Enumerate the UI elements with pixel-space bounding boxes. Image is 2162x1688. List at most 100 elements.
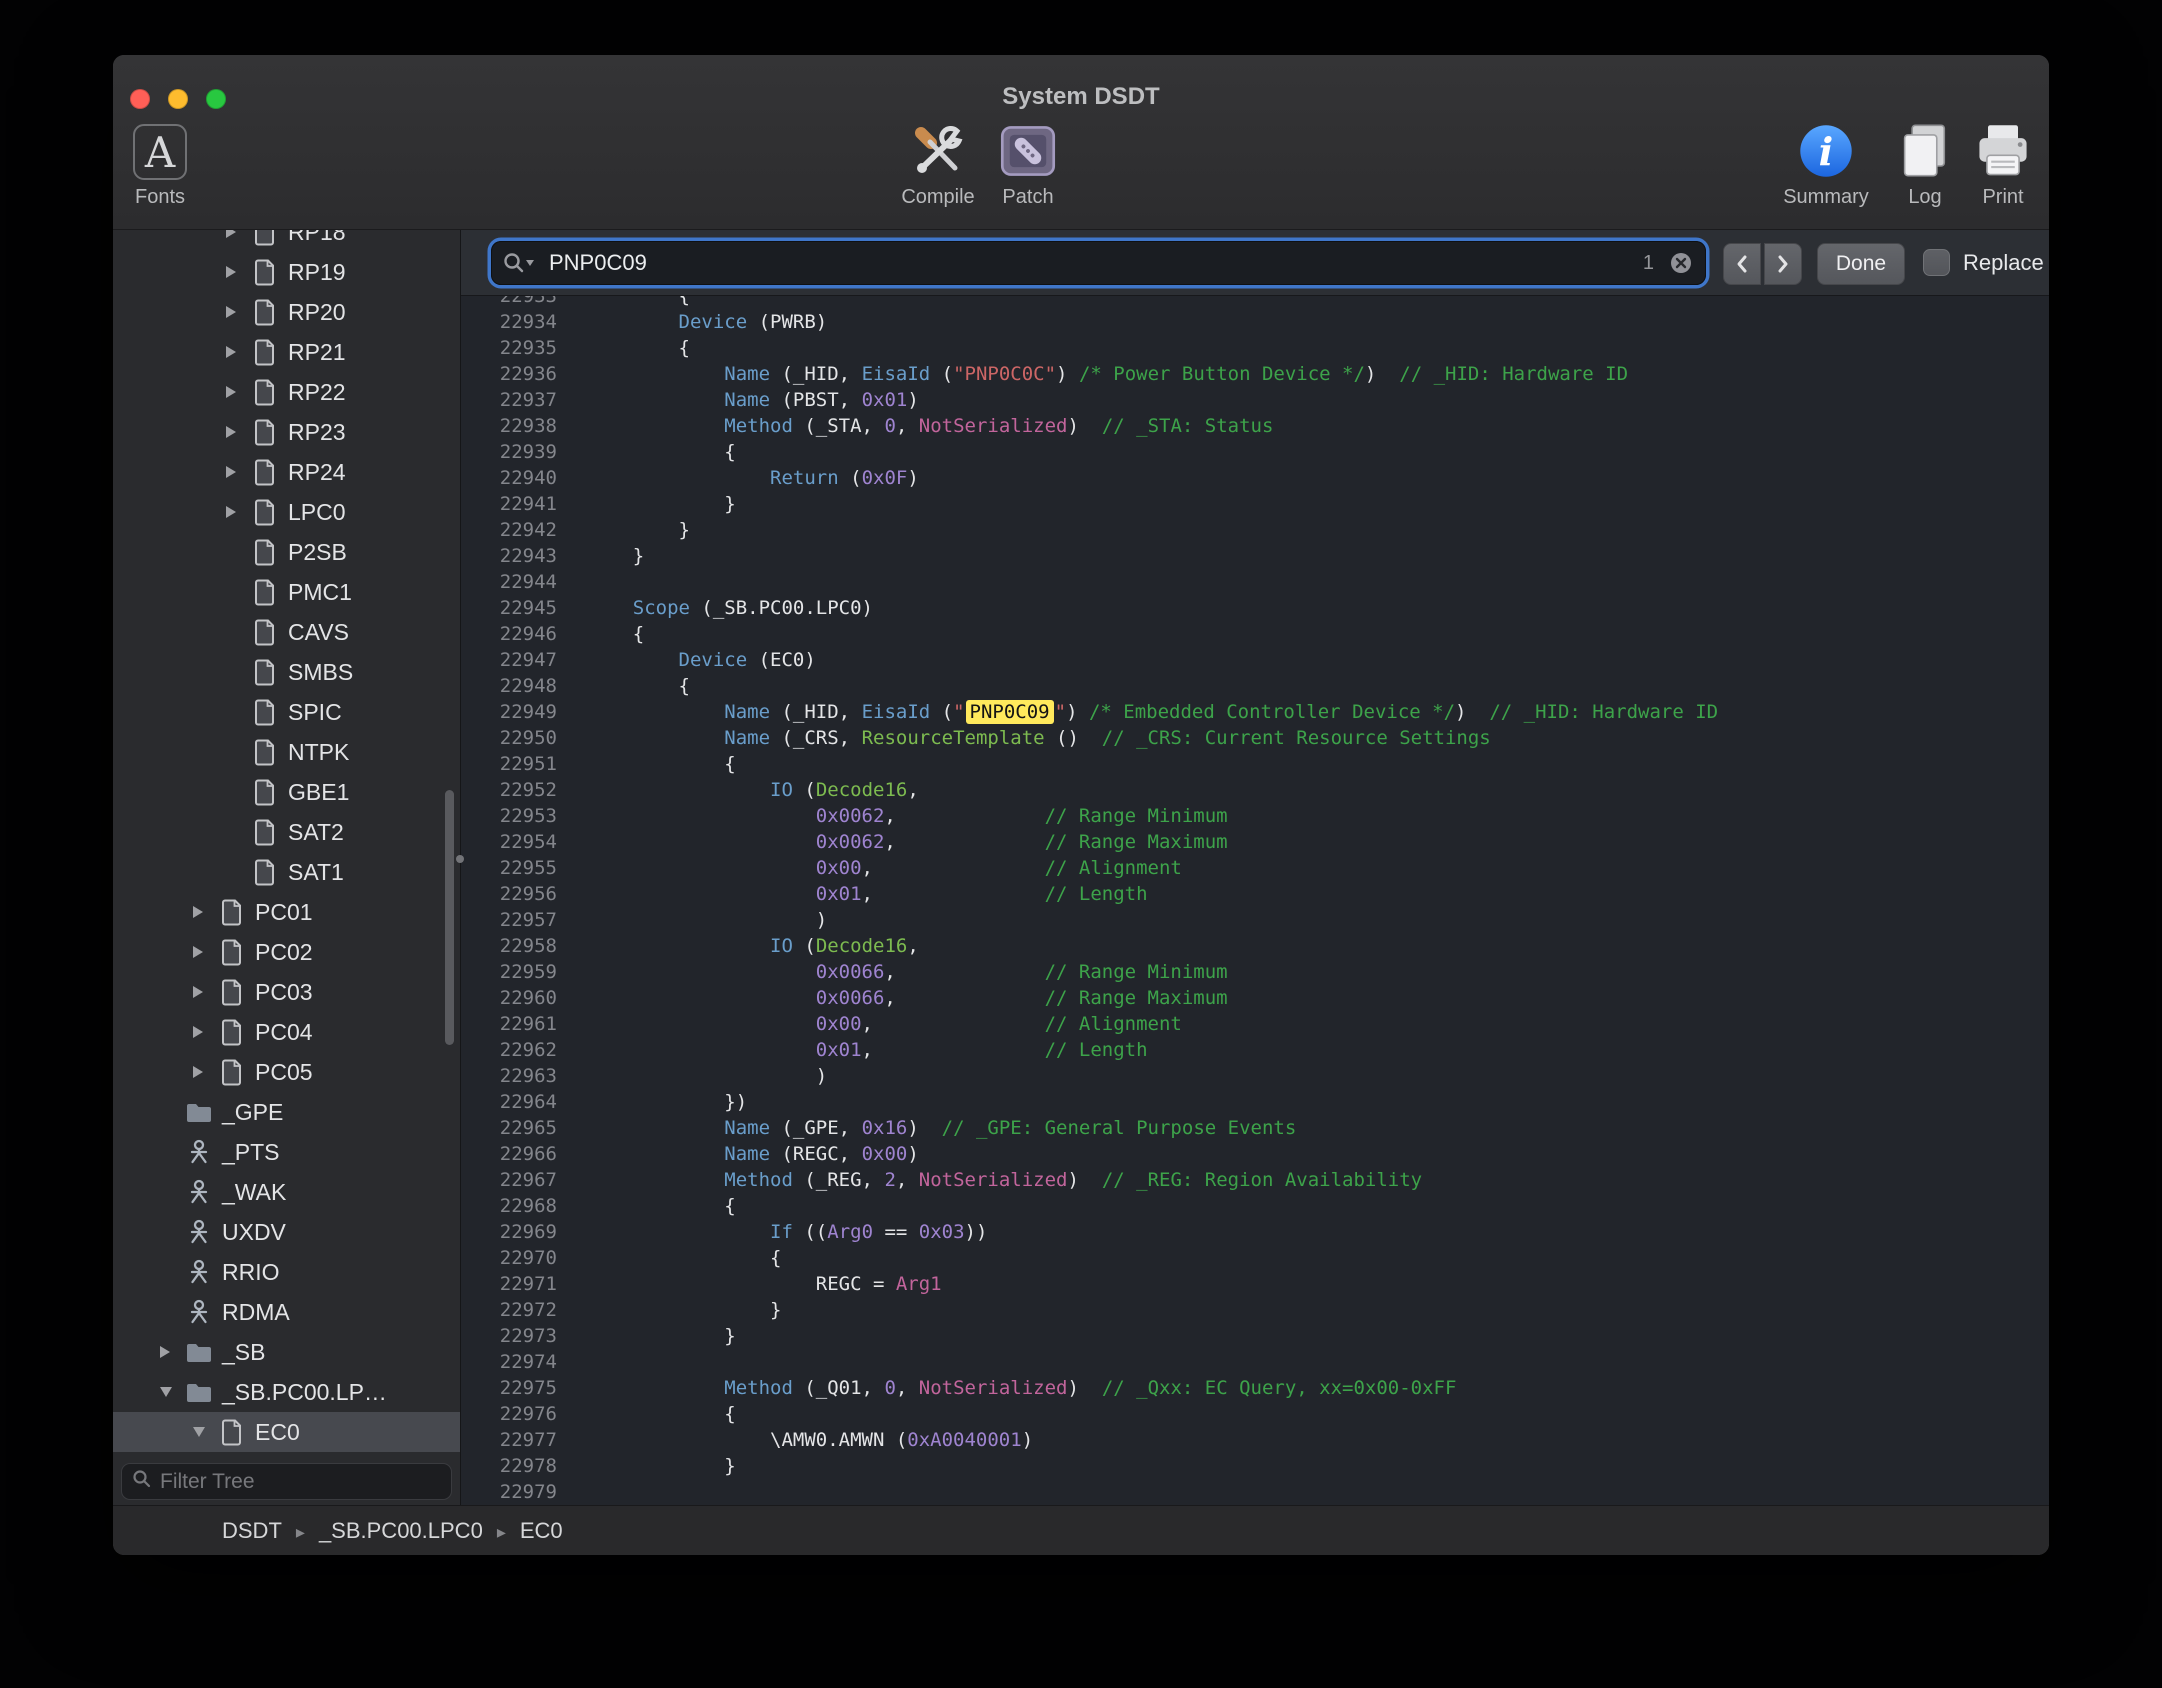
code-line[interactable]: 22962 0x01, // Length bbox=[461, 1037, 2049, 1063]
sidebar-item-rp22[interactable]: RP22 bbox=[113, 372, 460, 412]
disclosure-down-icon[interactable] bbox=[193, 1427, 219, 1437]
sidebar-item-smbs[interactable]: SMBS bbox=[113, 652, 460, 692]
disclosure-right-icon[interactable] bbox=[226, 466, 252, 478]
code-line[interactable]: 22948 { bbox=[461, 673, 2049, 699]
sidebar-item-cavs[interactable]: CAVS bbox=[113, 612, 460, 652]
code-line[interactable]: 22946 { bbox=[461, 621, 2049, 647]
code-line[interactable]: 22935 { bbox=[461, 335, 2049, 361]
code-line[interactable]: 22958 IO (Decode16, bbox=[461, 933, 2049, 959]
code-line[interactable]: 22971 REGC = Arg1 bbox=[461, 1271, 2049, 1297]
code-line[interactable]: 22964 }) bbox=[461, 1089, 2049, 1115]
sidebar-item-rdma[interactable]: RDMA bbox=[113, 1292, 460, 1332]
search-menu-icon[interactable] bbox=[503, 252, 537, 279]
sidebar-item-pc03[interactable]: PC03 bbox=[113, 972, 460, 1012]
disclosure-right-icon[interactable] bbox=[226, 306, 252, 318]
sidebar-item-ntpk[interactable]: NTPK bbox=[113, 732, 460, 772]
sidebar-item--sb[interactable]: _SB bbox=[113, 1332, 460, 1372]
disclosure-right-icon[interactable] bbox=[226, 230, 252, 238]
code-line[interactable]: 22970 { bbox=[461, 1245, 2049, 1271]
sidebar-item-rp24[interactable]: RP24 bbox=[113, 452, 460, 492]
code-line[interactable]: 22944 bbox=[461, 569, 2049, 595]
sidebar-item-rp23[interactable]: RP23 bbox=[113, 412, 460, 452]
code-editor[interactable]: 22933 {22934 Device (PWRB)22935 {22936 N… bbox=[461, 296, 2049, 1505]
code-line[interactable]: 22966 Name (REGC, 0x00) bbox=[461, 1141, 2049, 1167]
disclosure-right-icon[interactable] bbox=[160, 1346, 186, 1358]
code-line[interactable]: 22972 } bbox=[461, 1297, 2049, 1323]
sidebar-item-pc05[interactable]: PC05 bbox=[113, 1052, 460, 1092]
breadcrumb-item[interactable]: _SB.PC00.LPC0 bbox=[319, 1518, 483, 1543]
code-line[interactable]: 22967 Method (_REG, 2, NotSerialized) //… bbox=[461, 1167, 2049, 1193]
code-line[interactable]: 22945 Scope (_SB.PC00.LPC0) bbox=[461, 595, 2049, 621]
sidebar-item-rp20[interactable]: RP20 bbox=[113, 292, 460, 332]
code-line[interactable]: 22941 } bbox=[461, 491, 2049, 517]
replace-checkbox[interactable] bbox=[1923, 249, 1950, 276]
code-line[interactable]: 22952 IO (Decode16, bbox=[461, 777, 2049, 803]
code-line[interactable]: 22965 Name (_GPE, 0x16) // _GPE: General… bbox=[461, 1115, 2049, 1141]
code-line[interactable]: 22947 Device (EC0) bbox=[461, 647, 2049, 673]
code-line[interactable]: 22933 { bbox=[461, 296, 2049, 309]
code-line[interactable]: 22949 Name (_HID, EisaId ("PNP0C09") /* … bbox=[461, 699, 2049, 725]
code-line[interactable]: 22977 \AMW0.AMWN (0xA0040001) bbox=[461, 1427, 2049, 1453]
code-line[interactable]: 22978 } bbox=[461, 1453, 2049, 1479]
code-line[interactable]: 22938 Method (_STA, 0, NotSerialized) //… bbox=[461, 413, 2049, 439]
sidebar-item-rp19[interactable]: RP19 bbox=[113, 252, 460, 292]
sidebar-item-ec0[interactable]: EC0 bbox=[113, 1412, 460, 1452]
disclosure-right-icon[interactable] bbox=[193, 1066, 219, 1078]
disclosure-right-icon[interactable] bbox=[193, 986, 219, 998]
sidebar-item-pmc1[interactable]: PMC1 bbox=[113, 572, 460, 612]
code-line[interactable]: 22939 { bbox=[461, 439, 2049, 465]
code-line[interactable]: 22969 If ((Arg0 == 0x03)) bbox=[461, 1219, 2049, 1245]
sidebar-item-lpc0[interactable]: LPC0 bbox=[113, 492, 460, 532]
disclosure-right-icon[interactable] bbox=[226, 426, 252, 438]
splitter-handle[interactable] bbox=[456, 855, 464, 863]
sidebar-item--sb-pc00-lp-[interactable]: _SB.PC00.LP… bbox=[113, 1372, 460, 1412]
code-line[interactable]: 22961 0x00, // Alignment bbox=[461, 1011, 2049, 1037]
code-line[interactable]: 22953 0x0062, // Range Minimum bbox=[461, 803, 2049, 829]
sidebar-item-uxdv[interactable]: UXDV bbox=[113, 1212, 460, 1252]
code-line[interactable]: 22954 0x0062, // Range Maximum bbox=[461, 829, 2049, 855]
code-line[interactable]: 22937 Name (PBST, 0x01) bbox=[461, 387, 2049, 413]
patch-toolbar-button[interactable]: Patch bbox=[973, 121, 1083, 209]
sidebar-item-pc04[interactable]: PC04 bbox=[113, 1012, 460, 1052]
code-line[interactable]: 22951 { bbox=[461, 751, 2049, 777]
sidebar-item-sat2[interactable]: SAT2 bbox=[113, 812, 460, 852]
summary-toolbar-button[interactable]: i Summary bbox=[1771, 121, 1881, 209]
code-line[interactable]: 22956 0x01, // Length bbox=[461, 881, 2049, 907]
code-line[interactable]: 22942 } bbox=[461, 517, 2049, 543]
fonts-toolbar-button[interactable]: A Fonts bbox=[113, 121, 215, 209]
sidebar-item-rp18[interactable]: RP18 bbox=[113, 230, 460, 252]
code-line[interactable]: 22968 { bbox=[461, 1193, 2049, 1219]
filter-tree-field[interactable] bbox=[121, 1463, 452, 1500]
search-field[interactable]: PNP0C09 1 bbox=[491, 241, 1706, 285]
clear-search-button[interactable] bbox=[1669, 251, 1693, 280]
breadcrumb-item[interactable]: DSDT bbox=[222, 1518, 282, 1543]
disclosure-down-icon[interactable] bbox=[160, 1387, 186, 1397]
sidebar-item-rrio[interactable]: RRIO bbox=[113, 1252, 460, 1292]
disclosure-right-icon[interactable] bbox=[226, 346, 252, 358]
code-line[interactable]: 22963 ) bbox=[461, 1063, 2049, 1089]
sidebar-item-p2sb[interactable]: P2SB bbox=[113, 532, 460, 572]
sidebar-item-gbe1[interactable]: GBE1 bbox=[113, 772, 460, 812]
code-line[interactable]: 22976 { bbox=[461, 1401, 2049, 1427]
code-line[interactable]: 22975 Method (_Q01, 0, NotSerialized) //… bbox=[461, 1375, 2049, 1401]
disclosure-right-icon[interactable] bbox=[193, 946, 219, 958]
title-bar[interactable]: System DSDT bbox=[113, 55, 2049, 113]
sidebar-item-rp21[interactable]: RP21 bbox=[113, 332, 460, 372]
sidebar-item-pc02[interactable]: PC02 bbox=[113, 932, 460, 972]
disclosure-right-icon[interactable] bbox=[226, 266, 252, 278]
sidebar-item-spic[interactable]: SPIC bbox=[113, 692, 460, 732]
code-line[interactable]: 22960 0x0066, // Range Maximum bbox=[461, 985, 2049, 1011]
disclosure-right-icon[interactable] bbox=[226, 506, 252, 518]
disclosure-right-icon[interactable] bbox=[226, 386, 252, 398]
code-line[interactable]: 22974 bbox=[461, 1349, 2049, 1375]
find-previous-button[interactable] bbox=[1723, 243, 1761, 285]
sidebar-item--gpe[interactable]: _GPE bbox=[113, 1092, 460, 1132]
code-line[interactable]: 22943 } bbox=[461, 543, 2049, 569]
sidebar-item-sat1[interactable]: SAT1 bbox=[113, 852, 460, 892]
disclosure-right-icon[interactable] bbox=[193, 1026, 219, 1038]
code-line[interactable]: 22957 ) bbox=[461, 907, 2049, 933]
find-next-button[interactable] bbox=[1764, 243, 1802, 285]
code-line[interactable]: 22940 Return (0x0F) bbox=[461, 465, 2049, 491]
breadcrumb-item[interactable]: EC0 bbox=[520, 1518, 563, 1543]
code-line[interactable]: 22934 Device (PWRB) bbox=[461, 309, 2049, 335]
